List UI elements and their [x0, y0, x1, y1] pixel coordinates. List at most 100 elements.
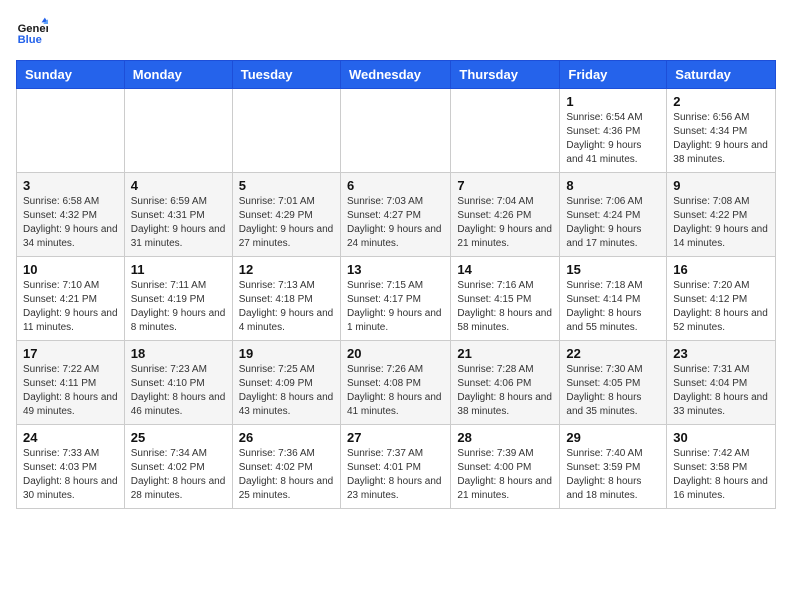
weekday-header: Sunday [17, 61, 125, 89]
calendar-cell: 29 Sunrise: 7:40 AM Sunset: 3:59 PM Dayli… [560, 425, 667, 509]
day-number: 7 [457, 178, 553, 193]
day-number: 29 [566, 430, 660, 445]
calendar-cell: 1 Sunrise: 6:54 AM Sunset: 4:36 PM Daylig… [560, 89, 667, 173]
day-number: 3 [23, 178, 118, 193]
calendar-cell: 28 Sunrise: 7:39 AM Sunset: 4:00 PM Dayli… [451, 425, 560, 509]
calendar-week-row: 3 Sunrise: 6:58 AM Sunset: 4:32 PM Daylig… [17, 173, 776, 257]
calendar-cell: 6 Sunrise: 7:03 AM Sunset: 4:27 PM Daylig… [340, 173, 450, 257]
day-info: Sunrise: 7:40 AM Sunset: 3:59 PM Dayligh… [566, 447, 660, 503]
calendar-cell: 27Sunrise: 7:37 AM Sunset: 4:01 PM Dayli… [340, 425, 450, 509]
day-number: 18 [131, 346, 226, 361]
day-info: Sunrise: 6:56 AM Sunset: 4:34 PM Dayligh… [673, 111, 769, 167]
calendar-cell: 19Sunrise: 7:25 AM Sunset: 4:09 PM Dayli… [232, 341, 340, 425]
calendar-week-row: 17 Sunrise: 7:22 AM Sunset: 4:11 PM Dayli… [17, 341, 776, 425]
day-info: Sunrise: 7:31 AM Sunset: 4:04 PM Dayligh… [673, 363, 769, 419]
calendar-cell: 25Sunrise: 7:34 AM Sunset: 4:02 PM Dayli… [124, 425, 232, 509]
day-number: 5 [239, 178, 334, 193]
weekday-header: Saturday [667, 61, 776, 89]
calendar-cell: 4Sunrise: 6:59 AM Sunset: 4:31 PM Daylig… [124, 173, 232, 257]
day-info: Sunrise: 7:04 AM Sunset: 4:26 PM Dayligh… [457, 195, 553, 251]
day-info: Sunrise: 7:08 AM Sunset: 4:22 PM Dayligh… [673, 195, 769, 251]
svg-text:Blue: Blue [18, 34, 42, 46]
calendar-cell: 16 Sunrise: 7:20 AM Sunset: 4:12 PM Dayli… [667, 257, 776, 341]
day-number: 27 [347, 430, 444, 445]
logo: General Blue [16, 16, 52, 48]
weekday-header: Thursday [451, 61, 560, 89]
day-info: Sunrise: 7:42 AM Sunset: 3:58 PM Dayligh… [673, 447, 769, 503]
day-number: 9 [673, 178, 769, 193]
day-number: 30 [673, 430, 769, 445]
day-info: Sunrise: 7:10 AM Sunset: 4:21 PM Dayligh… [23, 279, 118, 335]
day-number: 20 [347, 346, 444, 361]
calendar-cell: 9 Sunrise: 7:08 AM Sunset: 4:22 PM Daylig… [667, 173, 776, 257]
day-info: Sunrise: 7:25 AM Sunset: 4:09 PM Dayligh… [239, 363, 334, 419]
calendar-cell: 21Sunrise: 7:28 AM Sunset: 4:06 PM Dayli… [451, 341, 560, 425]
calendar-week-row: 1 Sunrise: 6:54 AM Sunset: 4:36 PM Daylig… [17, 89, 776, 173]
weekday-header: Monday [124, 61, 232, 89]
calendar-cell [124, 89, 232, 173]
weekday-header: Tuesday [232, 61, 340, 89]
calendar-cell: 3 Sunrise: 6:58 AM Sunset: 4:32 PM Daylig… [17, 173, 125, 257]
day-number: 11 [131, 262, 226, 277]
day-info: Sunrise: 6:58 AM Sunset: 4:32 PM Dayligh… [23, 195, 118, 251]
day-info: Sunrise: 7:39 AM Sunset: 4:00 PM Dayligh… [457, 447, 553, 503]
day-info: Sunrise: 7:36 AM Sunset: 4:02 PM Dayligh… [239, 447, 334, 503]
calendar-cell [451, 89, 560, 173]
calendar-cell: 22Sunrise: 7:30 AM Sunset: 4:05 PM Dayli… [560, 341, 667, 425]
calendar-cell: 17 Sunrise: 7:22 AM Sunset: 4:11 PM Dayli… [17, 341, 125, 425]
day-info: Sunrise: 7:03 AM Sunset: 4:27 PM Dayligh… [347, 195, 444, 251]
day-number: 17 [23, 346, 118, 361]
weekday-header: Friday [560, 61, 667, 89]
calendar-cell [17, 89, 125, 173]
day-number: 6 [347, 178, 444, 193]
day-info: Sunrise: 7:13 AM Sunset: 4:18 PM Dayligh… [239, 279, 334, 335]
calendar-cell: 14 Sunrise: 7:16 AM Sunset: 4:15 PM Dayli… [451, 257, 560, 341]
page-header: General Blue [16, 16, 776, 48]
day-number: 10 [23, 262, 118, 277]
day-number: 23 [673, 346, 769, 361]
day-number: 24 [23, 430, 118, 445]
day-info: Sunrise: 7:28 AM Sunset: 4:06 PM Dayligh… [457, 363, 553, 419]
calendar-cell: 20 Sunrise: 7:26 AM Sunset: 4:08 PM Dayli… [340, 341, 450, 425]
day-info: Sunrise: 7:26 AM Sunset: 4:08 PM Dayligh… [347, 363, 444, 419]
calendar-cell: 13 Sunrise: 7:15 AM Sunset: 4:17 PM Dayli… [340, 257, 450, 341]
calendar-cell: 30 Sunrise: 7:42 AM Sunset: 3:58 PM Dayli… [667, 425, 776, 509]
day-number: 1 [566, 94, 660, 109]
day-info: Sunrise: 7:20 AM Sunset: 4:12 PM Dayligh… [673, 279, 769, 335]
calendar-cell: 15 Sunrise: 7:18 AM Sunset: 4:14 PM Dayli… [560, 257, 667, 341]
calendar-week-row: 24 Sunrise: 7:33 AM Sunset: 4:03 PM Dayli… [17, 425, 776, 509]
day-info: Sunrise: 7:06 AM Sunset: 4:24 PM Dayligh… [566, 195, 660, 251]
day-number: 25 [131, 430, 226, 445]
calendar-cell: 10 Sunrise: 7:10 AM Sunset: 4:21 PM Dayli… [17, 257, 125, 341]
day-number: 26 [239, 430, 334, 445]
day-number: 2 [673, 94, 769, 109]
calendar-cell: 5Sunrise: 7:01 AM Sunset: 4:29 PM Daylig… [232, 173, 340, 257]
day-info: Sunrise: 7:15 AM Sunset: 4:17 PM Dayligh… [347, 279, 444, 335]
day-number: 4 [131, 178, 226, 193]
calendar-cell: 2 Sunrise: 6:56 AM Sunset: 4:34 PM Daylig… [667, 89, 776, 173]
calendar-cell: 8 Sunrise: 7:06 AM Sunset: 4:24 PM Daylig… [560, 173, 667, 257]
day-number: 28 [457, 430, 553, 445]
day-number: 13 [347, 262, 444, 277]
day-info: Sunrise: 7:18 AM Sunset: 4:14 PM Dayligh… [566, 279, 660, 335]
logo-icon: General Blue [16, 16, 48, 48]
day-info: Sunrise: 7:22 AM Sunset: 4:11 PM Dayligh… [23, 363, 118, 419]
day-info: Sunrise: 7:23 AM Sunset: 4:10 PM Dayligh… [131, 363, 226, 419]
calendar-cell: 18 Sunrise: 7:23 AM Sunset: 4:10 PM Dayli… [124, 341, 232, 425]
svg-text:General: General [18, 23, 48, 35]
calendar-cell: 24 Sunrise: 7:33 AM Sunset: 4:03 PM Dayli… [17, 425, 125, 509]
calendar-cell [232, 89, 340, 173]
day-number: 14 [457, 262, 553, 277]
day-number: 12 [239, 262, 334, 277]
day-info: Sunrise: 7:33 AM Sunset: 4:03 PM Dayligh… [23, 447, 118, 503]
weekday-header: Wednesday [340, 61, 450, 89]
day-number: 16 [673, 262, 769, 277]
day-number: 8 [566, 178, 660, 193]
calendar-cell [340, 89, 450, 173]
day-info: Sunrise: 7:16 AM Sunset: 4:15 PM Dayligh… [457, 279, 553, 335]
day-info: Sunrise: 6:54 AM Sunset: 4:36 PM Dayligh… [566, 111, 660, 167]
calendar-week-row: 10 Sunrise: 7:10 AM Sunset: 4:21 PM Dayli… [17, 257, 776, 341]
day-number: 15 [566, 262, 660, 277]
calendar-cell: 23 Sunrise: 7:31 AM Sunset: 4:04 PM Dayli… [667, 341, 776, 425]
calendar-cell: 11Sunrise: 7:11 AM Sunset: 4:19 PM Dayli… [124, 257, 232, 341]
